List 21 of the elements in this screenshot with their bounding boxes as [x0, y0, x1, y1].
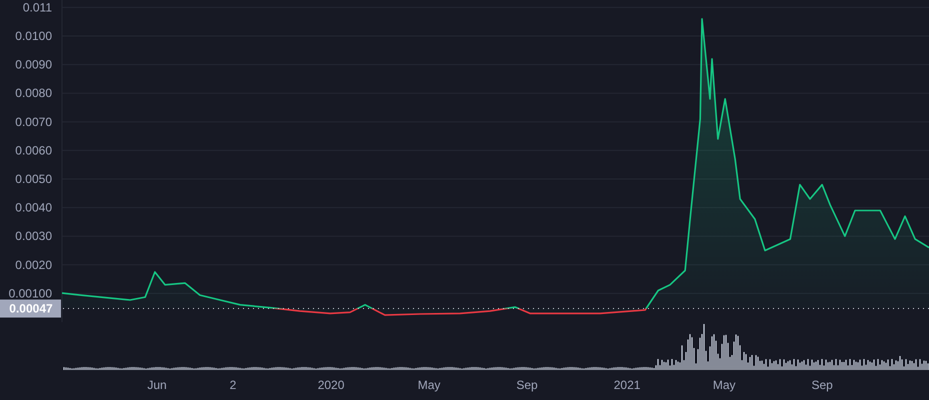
x-axis-label: 2020: [318, 378, 344, 392]
price-label: 0.00047: [0, 300, 61, 318]
x-axis-label: May: [418, 378, 440, 392]
y-axis-label: 0.0080: [15, 86, 52, 100]
y-axis-label: 0.00100: [8, 286, 52, 300]
y-axis-label: 0.0040: [15, 200, 52, 215]
y-axis-label: 0.0100: [15, 29, 52, 44]
y-axis-label: 0.011: [22, 0, 52, 14]
x-axis-label: Sep: [516, 378, 538, 392]
ref-line-label: 0.00047: [9, 302, 54, 316]
y-axis-label: 0.0020: [15, 258, 52, 272]
y-axis-label: 0.0090: [15, 58, 52, 72]
y-axis-label: 0.0030: [15, 229, 52, 244]
x-axis-label: May: [712, 378, 736, 392]
y-axis-label: 0.0070: [15, 114, 52, 129]
x-axis-label: Jun: [147, 378, 167, 392]
x-axis-label: 2021: [614, 378, 640, 392]
x-axis-label: 2: [230, 378, 236, 392]
x-axis-label: Sep: [811, 378, 833, 392]
y-axis-label: 0.0050: [15, 172, 52, 186]
y-axis-label: 0.0060: [15, 143, 52, 158]
